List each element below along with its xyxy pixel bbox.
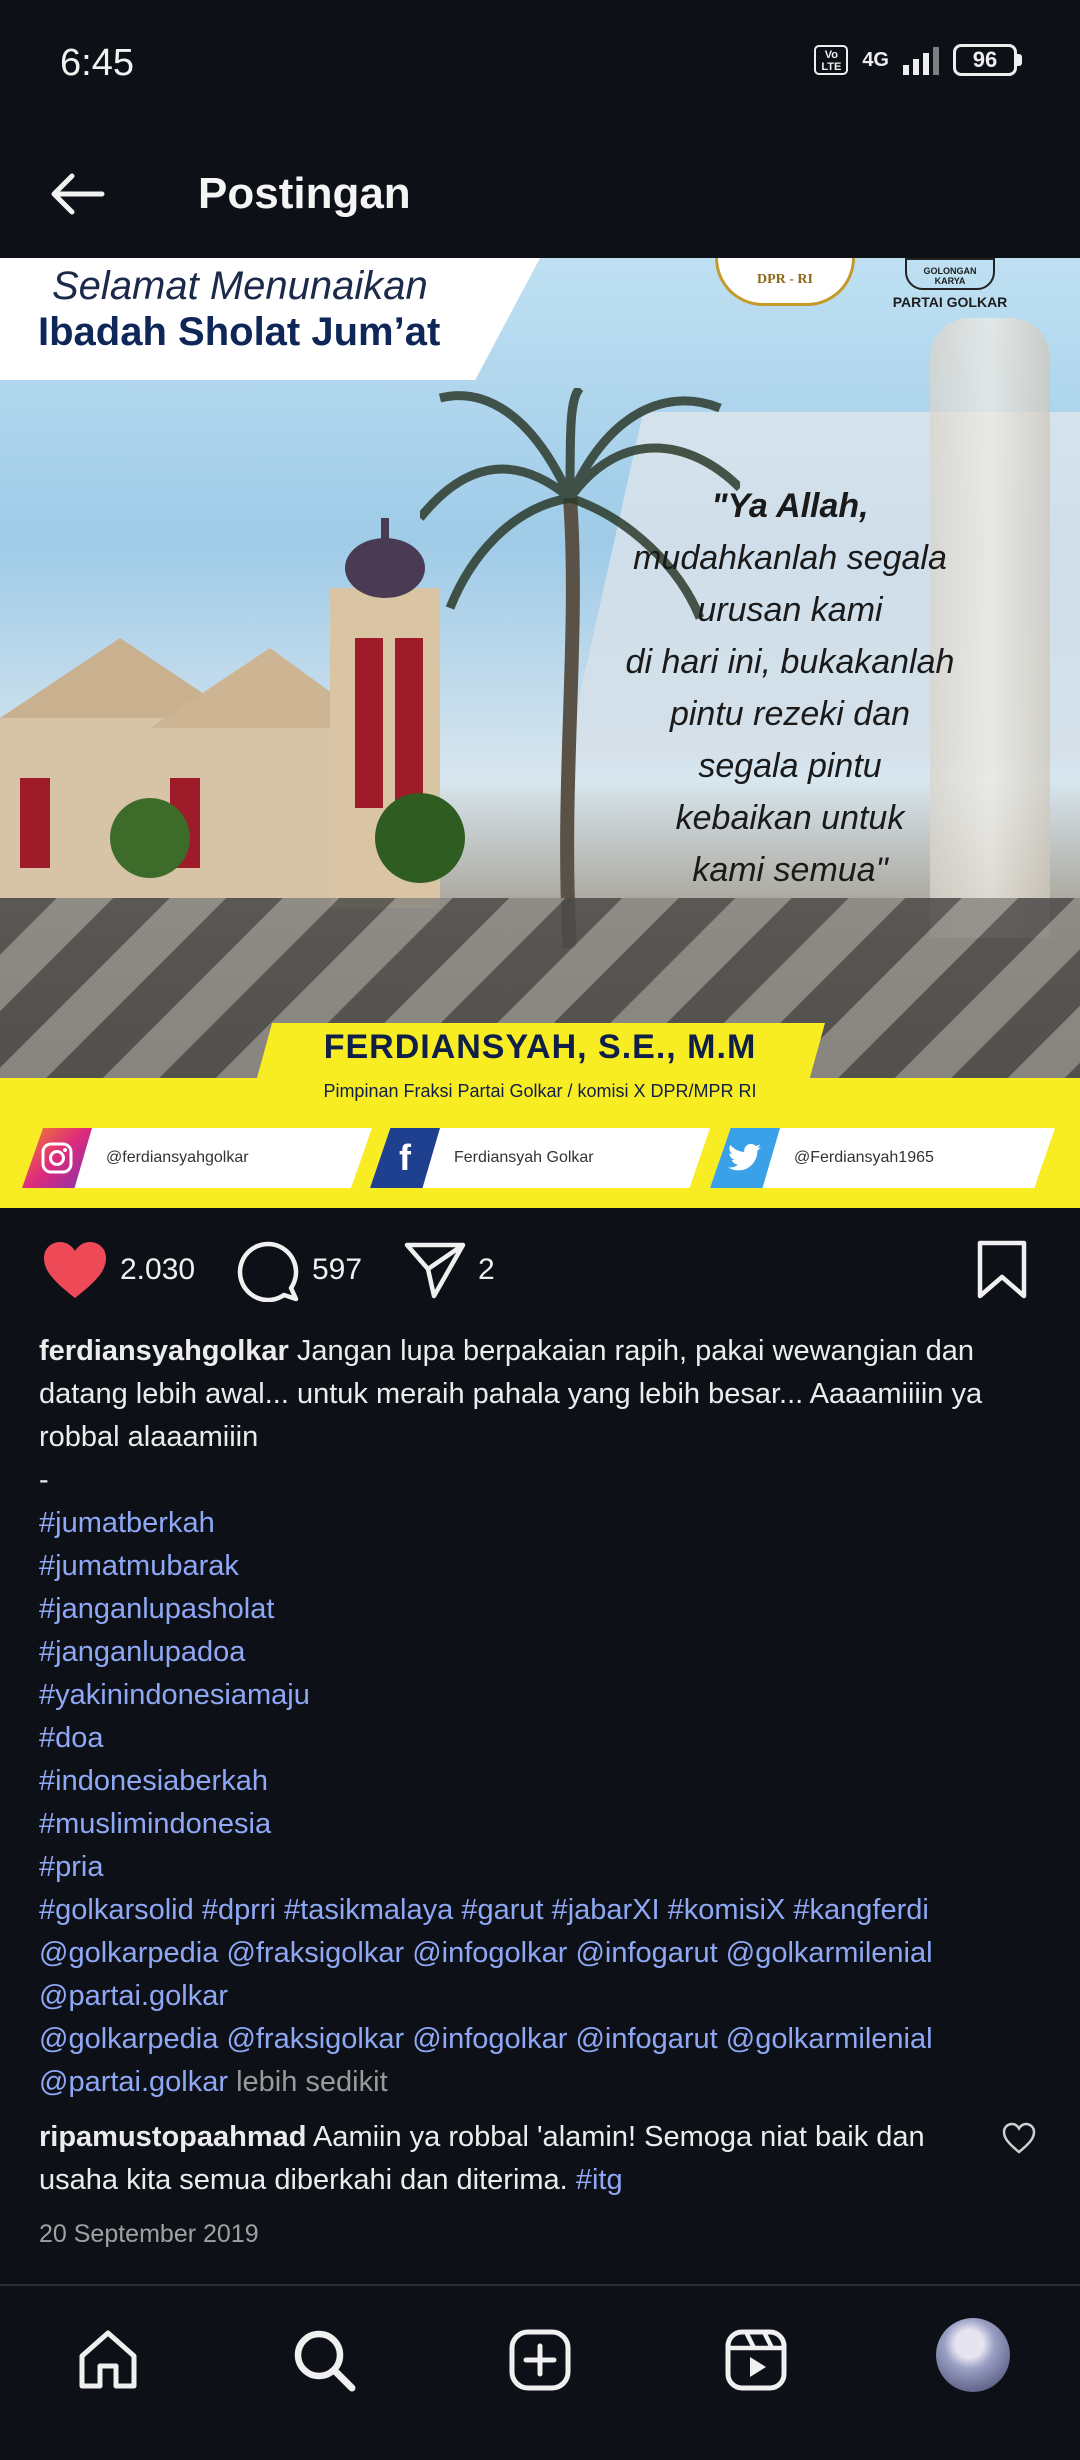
post-date: 20 September 2019: [39, 2220, 259, 2248]
send-paper-plane-icon: [404, 1242, 466, 1299]
comment-username[interactable]: ripamustopaahmad: [39, 2121, 307, 2153]
bottom-navigation: [0, 2284, 1080, 2460]
hashtag-link[interactable]: #doa: [39, 1717, 1039, 1760]
page-title: Postingan: [198, 169, 411, 218]
comment-like-heart-icon[interactable]: [1002, 2122, 1036, 2156]
quote-line: pintu rezeki dan: [669, 695, 911, 733]
status-time: 6:45: [60, 42, 134, 84]
mention-line[interactable]: @partai.golkar: [39, 1975, 1039, 2018]
add-post-icon: [509, 2329, 571, 2391]
person-name: FERDIANSYAH, S.E., M.M: [323, 1028, 757, 1066]
share-button[interactable]: 2: [404, 1230, 495, 1310]
quote-line: mudahkanlah segala: [633, 539, 947, 577]
nav-home[interactable]: [70, 2322, 146, 2398]
nav-create[interactable]: [502, 2322, 578, 2398]
social-instagram: @ferdiansyahgolkar: [22, 1128, 372, 1188]
like-count: 2.030: [120, 1253, 196, 1286]
quote-line: segala pintu: [698, 747, 882, 785]
volte-icon: Vo LTE: [814, 45, 849, 75]
comment-item: ripamustopaahmad Aamiin ya robbal 'alami…: [39, 2116, 969, 2202]
greeting-line-1: Selamat Menunaikan: [52, 264, 428, 308]
battery-icon: 96: [953, 44, 1022, 76]
quote-text: "Ya Allah, mudahkanlah segala urusan kam…: [590, 480, 990, 896]
bookmark-icon: [977, 1240, 1027, 1299]
golkar-logo: GOLONGAN KARYA PARTAI GOLKAR: [885, 258, 1015, 320]
home-icon: [79, 2330, 137, 2389]
action-bar: 2.030 597 2: [0, 1230, 1080, 1310]
nav-profile-avatar[interactable]: [936, 2318, 1010, 2392]
hashtag-link[interactable]: #jumatmubarak: [39, 1545, 1039, 1588]
reels-icon: [725, 2329, 787, 2391]
instagram-handle: @ferdiansyahgolkar: [106, 1149, 249, 1166]
share-count: 2: [478, 1253, 495, 1286]
heart-filled-icon: [44, 1242, 106, 1298]
quote-line: di hari ini, bukakanlah: [625, 643, 955, 681]
like-button[interactable]: 2.030: [42, 1230, 195, 1310]
twitter-handle: @Ferdiansyah1965: [794, 1149, 934, 1166]
comment-button[interactable]: 597: [236, 1230, 362, 1310]
quote-line: urusan kami: [697, 591, 883, 629]
hashtag-link[interactable]: #jumatberkah: [39, 1502, 1039, 1545]
dpr-ri-logo: DPR - RI: [715, 258, 855, 306]
caption-separator: -: [39, 1464, 49, 1496]
golkar-logo-text: PARTAI GOLKAR: [892, 294, 1008, 310]
status-icons: Vo LTE 4G 96: [814, 44, 1022, 76]
caption-username[interactable]: ferdiansyahgolkar: [39, 1335, 289, 1367]
hashtag-link[interactable]: #pria: [39, 1846, 1039, 1889]
facebook-handle: Ferdiansyah Golkar: [454, 1149, 594, 1166]
header: Postingan: [0, 130, 1080, 258]
comment-hashtag[interactable]: #itg: [576, 2164, 623, 2196]
quote-line: kebaikan untuk: [675, 799, 905, 837]
comment-count: 597: [312, 1253, 363, 1286]
social-facebook: f Ferdiansyah Golkar: [370, 1128, 710, 1188]
quote-line: "Ya Allah,: [711, 487, 869, 525]
search-icon: [294, 2330, 356, 2392]
show-less-link[interactable]: lebih sedikit: [236, 2066, 388, 2098]
signal-icon: [903, 45, 939, 75]
person-position: Pimpinan Fraksi Partai Golkar / komisi X…: [323, 1081, 757, 1101]
hashtag-link[interactable]: #muslimindonesia: [39, 1803, 1039, 1846]
nav-reels[interactable]: [718, 2322, 794, 2398]
quote-line: kami semua": [692, 851, 888, 889]
greeting-banner: Selamat Menunaikan Ibadah Sholat Jum’at: [0, 258, 540, 380]
battery-level: 96: [953, 44, 1017, 76]
mention-line[interactable]: @golkarpedia @fraksigolkar @infogolkar @…: [39, 1932, 1039, 1975]
post-caption: ferdiansyahgolkar Jangan lupa berpakaian…: [39, 1330, 1039, 2104]
mention-line[interactable]: @golkarpedia @fraksigolkar @infogolkar @…: [39, 2018, 1039, 2061]
mention-line[interactable]: @partai.golkar: [39, 2066, 228, 2098]
hashtag-link[interactable]: #janganlupasholat: [39, 1588, 1039, 1631]
greeting-line-2: Ibadah Sholat Jum’at: [38, 310, 441, 354]
hashtag-link[interactable]: #janganlupadoa: [39, 1631, 1039, 1674]
status-bar: 6:45 Vo LTE 4G 96: [0, 0, 1080, 130]
social-twitter: @Ferdiansyah1965: [710, 1128, 1055, 1188]
comment-bubble-icon: [237, 1241, 299, 1302]
nav-search[interactable]: [286, 2322, 362, 2398]
hashtag-line[interactable]: #golkarsolid #dprri #tasikmalaya #garut …: [39, 1889, 1039, 1932]
hashtag-link[interactable]: #indonesiaberkah: [39, 1760, 1039, 1803]
network-type: 4G: [862, 49, 889, 71]
save-button[interactable]: [976, 1230, 1028, 1310]
hashtag-link[interactable]: #yakinindonesiamaju: [39, 1674, 1039, 1717]
post-image[interactable]: Selamat Menunaikan Ibadah Sholat Jum’at …: [0, 258, 1080, 1208]
golkar-logo-badge: GOLONGAN KARYA: [905, 258, 995, 290]
back-arrow-icon[interactable]: [42, 158, 114, 230]
